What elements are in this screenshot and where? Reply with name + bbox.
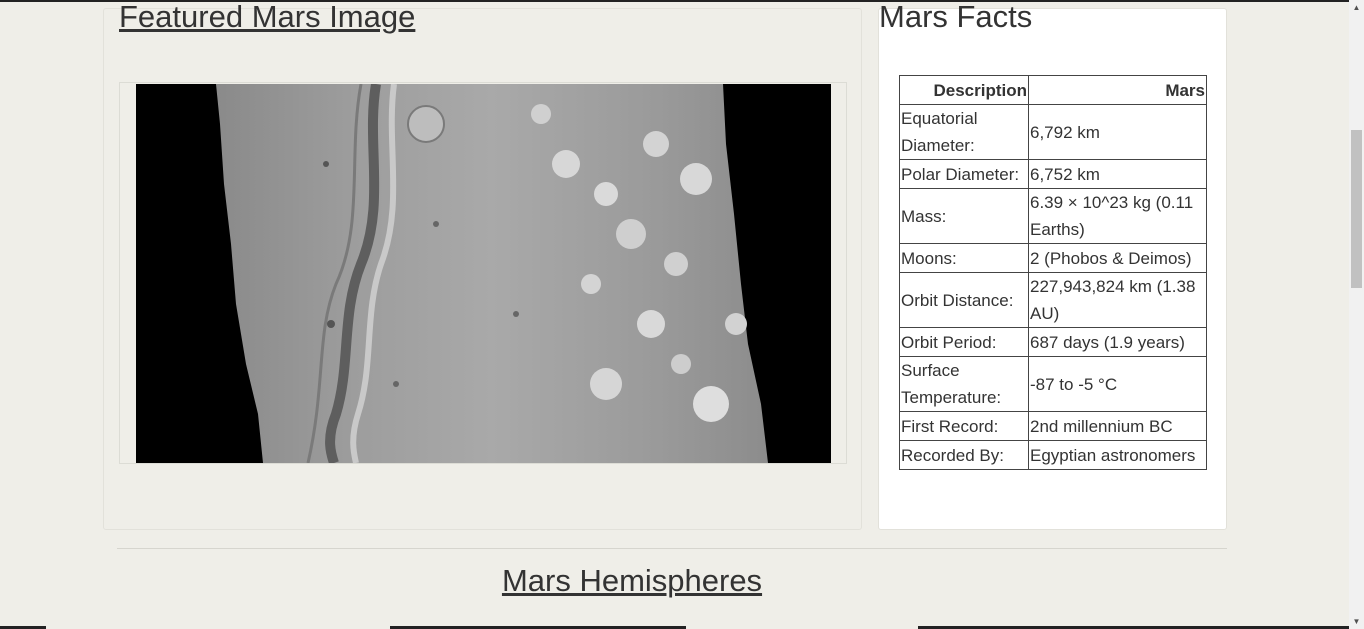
table-row: Mass: 6.39 × 10^23 kg (0.11 Earths) (899, 188, 1207, 244)
fact-label: Equatorial Diameter: (899, 104, 1029, 160)
featured-image-card: Featured Mars Image (103, 0, 862, 530)
fact-value: Egyptian astronomers (1028, 440, 1207, 470)
mars-hemispheres-heading[interactable]: Mars Hemispheres (0, 563, 1264, 599)
fact-label: Mass: (899, 188, 1029, 244)
fact-value: 227,943,824 km (1.38 AU) (1028, 272, 1207, 328)
section-divider (117, 548, 1227, 549)
fact-label: Surface Temperature: (899, 356, 1029, 412)
fact-value: 6,752 km (1028, 159, 1207, 189)
table-row: Polar Diameter: 6,752 km (899, 159, 1207, 189)
fact-label: First Record: (899, 411, 1029, 441)
scroll-down-arrow-icon[interactable]: ▼ (1349, 614, 1364, 629)
fact-value: 687 days (1.9 years) (1028, 327, 1207, 357)
fact-label: Recorded By: (899, 440, 1029, 470)
fact-value: 2nd millennium BC (1028, 411, 1207, 441)
scroll-up-arrow-icon[interactable]: ▲ (1349, 0, 1364, 15)
fact-value: 6.39 × 10^23 kg (0.11 Earths) (1028, 188, 1207, 244)
table-row: Orbit Distance: 227,943,824 km (1.38 AU) (899, 272, 1207, 328)
table-row: Surface Temperature: -87 to -5 °C (899, 356, 1207, 412)
mars-facts-heading: Mars Facts (879, 0, 1033, 34)
table-header-row: Description Mars (899, 75, 1207, 105)
table-row: Moons: 2 (Phobos & Deimos) (899, 243, 1207, 273)
scrollbar-thumb[interactable] (1351, 130, 1362, 288)
table-row: First Record: 2nd millennium BC (899, 411, 1207, 441)
fact-value: -87 to -5 °C (1028, 356, 1207, 412)
fact-value: 2 (Phobos & Deimos) (1028, 243, 1207, 273)
featured-mars-image[interactable] (136, 84, 831, 463)
fact-label: Orbit Period: (899, 327, 1029, 357)
mars-facts-table: Description Mars Equatorial Diameter: 6,… (899, 75, 1207, 470)
featured-image-heading[interactable]: Featured Mars Image (119, 0, 415, 35)
fact-value: 6,792 km (1028, 104, 1207, 160)
table-row: Equatorial Diameter: 6,792 km (899, 104, 1207, 160)
column-header-description: Description (899, 75, 1029, 105)
featured-image-frame (119, 82, 847, 464)
column-header-mars: Mars (1028, 75, 1207, 105)
fact-label: Moons: (899, 243, 1029, 273)
table-row: Orbit Period: 687 days (1.9 years) (899, 327, 1207, 357)
mars-facts-card: Mars Facts Description Mars Equatorial D… (878, 0, 1227, 530)
vertical-scrollbar[interactable]: ▲ ▼ (1349, 0, 1364, 629)
fact-label: Orbit Distance: (899, 272, 1029, 328)
fact-label: Polar Diameter: (899, 159, 1029, 189)
table-row: Recorded By: Egyptian astronomers (899, 440, 1207, 470)
